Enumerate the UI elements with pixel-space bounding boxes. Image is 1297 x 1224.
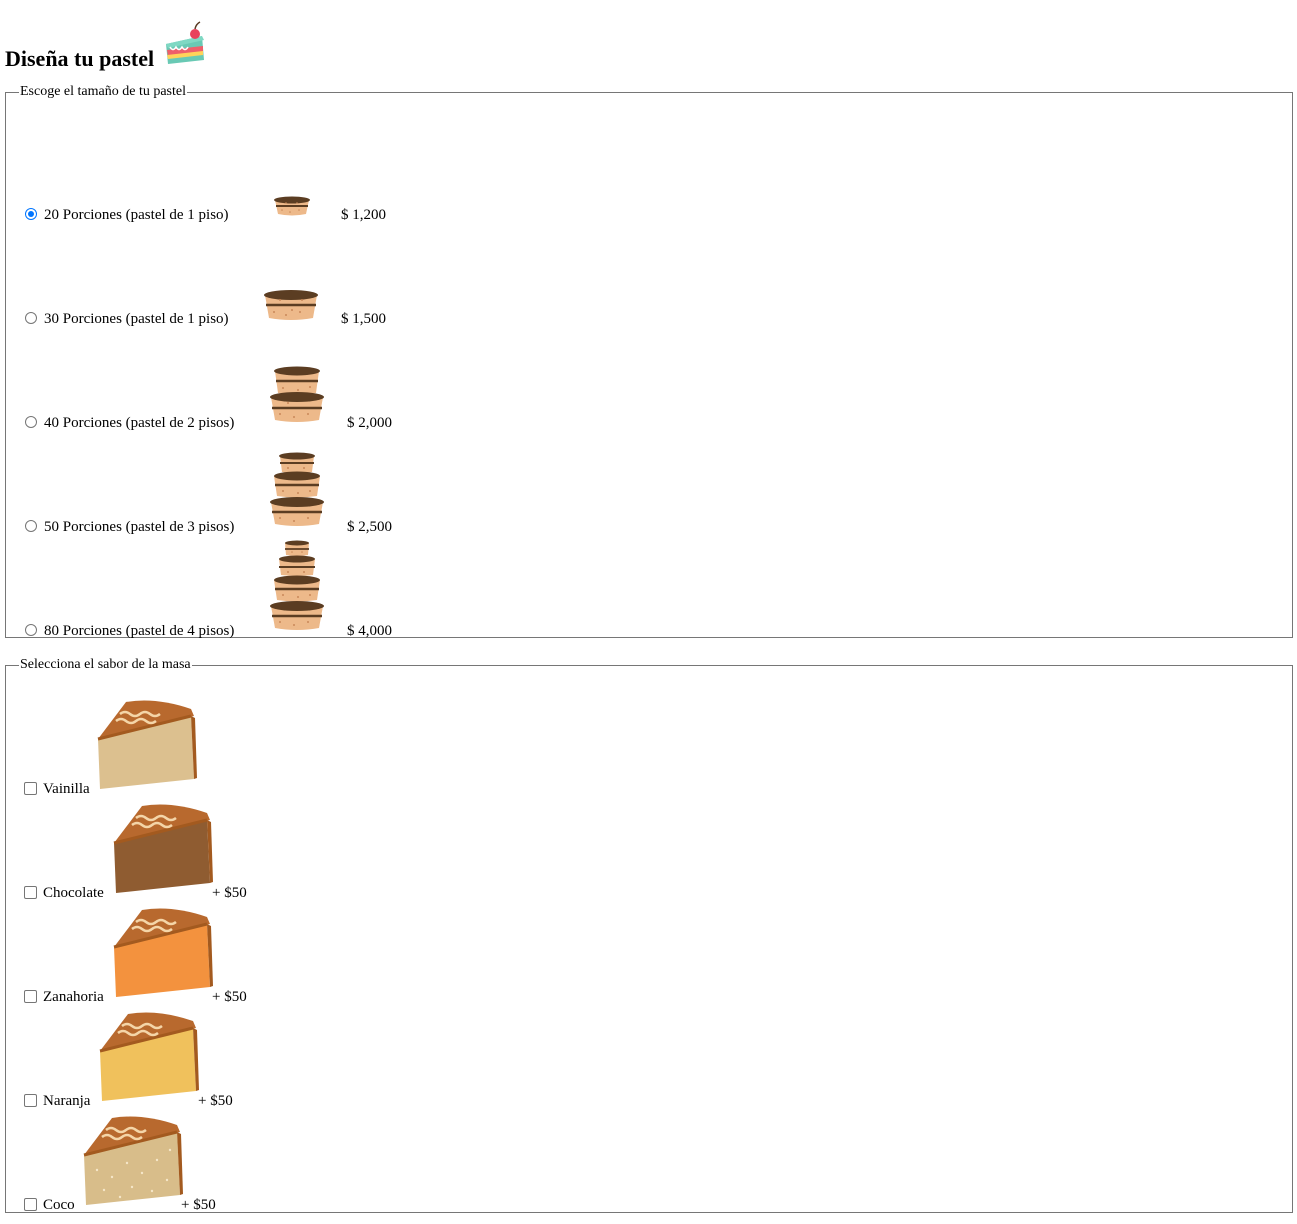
cake-2-tier-icon bbox=[270, 366, 324, 422]
size-price-40: $ 2,000 bbox=[347, 415, 392, 431]
flavor-price-zanahoria: + $50 bbox=[212, 989, 247, 1005]
size-label-80: 80 Porciones (pastel de 4 pisos) bbox=[44, 623, 235, 639]
size-price-30: $ 1,500 bbox=[341, 311, 386, 327]
flavor-fieldset: Selecciona el sabor de la masa Vainilla … bbox=[5, 657, 1293, 1213]
chocolate-slice-icon bbox=[113, 804, 213, 893]
orange-slice-icon bbox=[99, 1012, 199, 1101]
flavor-checkbox-zanahoria[interactable] bbox=[24, 990, 37, 1003]
flavor-price-coco: + $50 bbox=[181, 1197, 216, 1213]
size-price-50: $ 2,500 bbox=[347, 519, 392, 535]
flavor-checkbox-chocolate[interactable] bbox=[24, 886, 37, 899]
vanilla-slice-icon bbox=[97, 700, 197, 789]
cake-1-tier-icon bbox=[264, 290, 318, 320]
flavor-legend: Selecciona el sabor de la masa bbox=[20, 657, 191, 672]
flavor-checkbox-vainilla[interactable] bbox=[24, 782, 37, 795]
size-radio-50[interactable] bbox=[25, 520, 37, 532]
size-price-80: $ 4,000 bbox=[347, 623, 392, 639]
flavor-label-naranja: Naranja bbox=[43, 1093, 91, 1109]
flavor-label-coco: Coco bbox=[43, 1197, 75, 1213]
flavor-label-vainilla: Vainilla bbox=[43, 781, 90, 797]
size-label-40: 40 Porciones (pastel de 2 pisos) bbox=[44, 415, 235, 431]
flavor-price-chocolate: + $50 bbox=[212, 885, 247, 901]
size-radio-80[interactable] bbox=[25, 624, 37, 636]
size-price-20: $ 1,200 bbox=[341, 207, 386, 223]
cake-slice-icon bbox=[162, 21, 210, 68]
flavor-label-chocolate: Chocolate bbox=[43, 885, 104, 901]
size-label-30: 30 Porciones (pastel de 1 piso) bbox=[44, 311, 229, 327]
size-radio-20[interactable] bbox=[25, 208, 37, 220]
cake-4-tier-icon bbox=[270, 540, 324, 630]
carrot-slice-icon bbox=[113, 908, 213, 997]
size-radio-30[interactable] bbox=[25, 312, 37, 324]
size-radio-40[interactable] bbox=[25, 416, 37, 428]
size-label-20: 20 Porciones (pastel de 1 piso) bbox=[44, 207, 229, 223]
flavor-checkbox-coco[interactable] bbox=[24, 1198, 37, 1211]
flavor-checkbox-naranja[interactable] bbox=[24, 1094, 37, 1107]
size-label-50: 50 Porciones (pastel de 3 pisos) bbox=[44, 519, 235, 535]
cake-1-tier-small-icon bbox=[274, 196, 310, 216]
size-fieldset: Escoge el tamaño de tu pastel 20 Porcion… bbox=[5, 84, 1293, 639]
page-title-text: Diseña tu pastel bbox=[5, 46, 155, 71]
flavor-label-zanahoria: Zanahoria bbox=[43, 989, 104, 1005]
cake-3-tier-icon bbox=[270, 452, 324, 526]
page-title: Diseña tu pastel bbox=[5, 21, 210, 72]
flavor-price-naranja: + $50 bbox=[198, 1093, 233, 1109]
coconut-slice-icon bbox=[83, 1116, 183, 1205]
size-legend: Escoge el tamaño de tu pastel bbox=[20, 84, 186, 99]
